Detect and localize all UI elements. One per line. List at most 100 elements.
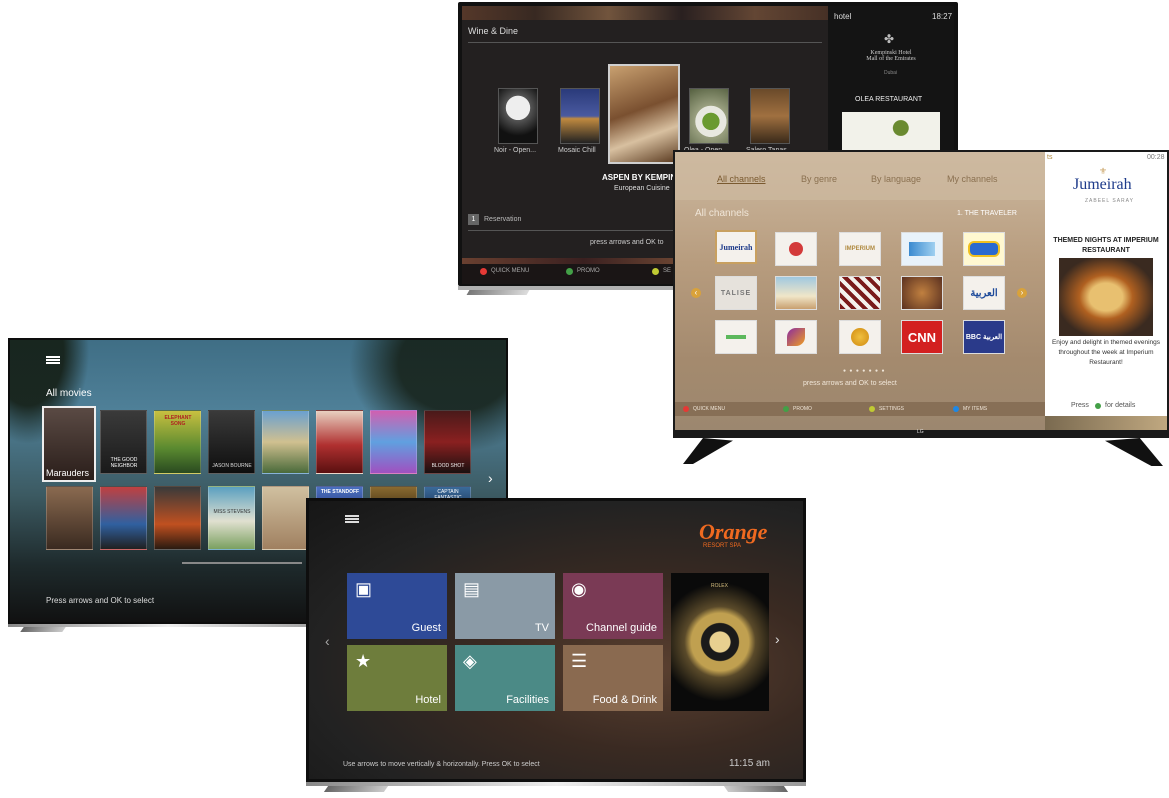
channel-tile[interactable] bbox=[775, 320, 817, 354]
list-title: All channels bbox=[695, 208, 749, 219]
yellow-button-icon[interactable] bbox=[869, 406, 875, 412]
poster[interactable] bbox=[154, 486, 201, 550]
channel-tile-alarabiya[interactable]: العربية bbox=[963, 276, 1005, 310]
tab-my-channels[interactable]: My channels bbox=[947, 174, 998, 184]
tile-food-drink[interactable]: ☰ Food & Drink bbox=[563, 645, 663, 711]
chevron-right-icon[interactable]: › bbox=[488, 470, 493, 486]
channel-tile[interactable] bbox=[775, 276, 817, 310]
channel-tile[interactable] bbox=[839, 320, 881, 354]
channel-tile[interactable] bbox=[901, 276, 943, 310]
promo-label[interactable]: PROMO bbox=[577, 268, 600, 274]
header-photo-strip bbox=[462, 6, 828, 20]
promo-label[interactable]: PROMO bbox=[793, 406, 812, 412]
carousel-item-noir[interactable] bbox=[498, 88, 538, 144]
channel-tile[interactable] bbox=[839, 276, 881, 310]
poster[interactable] bbox=[262, 410, 309, 474]
carousel-item-selected[interactable] bbox=[608, 64, 680, 164]
tile-label: Hotel bbox=[415, 694, 441, 706]
poster-title: JASON BOURNE bbox=[212, 463, 252, 469]
cartoon-logo-icon bbox=[968, 241, 1000, 257]
green-button-icon[interactable] bbox=[1095, 403, 1101, 409]
reservation-label[interactable]: Reservation bbox=[484, 216, 521, 223]
rolex-ad-panel[interactable]: ROLEX bbox=[671, 573, 769, 711]
green-button-icon[interactable] bbox=[783, 406, 789, 412]
poster[interactable]: ELEPHANT SONG bbox=[154, 410, 201, 474]
selected-poster-label: Marauders bbox=[46, 468, 90, 478]
quick-menu-label[interactable]: QUICK MENU bbox=[693, 406, 725, 412]
tab-all-channels[interactable]: All channels bbox=[717, 174, 766, 184]
poster[interactable]: JASON BOURNE bbox=[208, 410, 255, 474]
red-button-icon[interactable] bbox=[683, 406, 689, 412]
star-icon: ★ bbox=[355, 651, 372, 671]
poster[interactable]: BLOOD SHOT bbox=[424, 410, 471, 474]
side-press: Press bbox=[1071, 402, 1089, 409]
poster[interactable] bbox=[316, 410, 363, 474]
side-sub: ZABEEL SARAY bbox=[1085, 198, 1134, 204]
channel-tile-cnn[interactable]: CNN bbox=[901, 320, 943, 354]
cutlery-icon: ☰ bbox=[571, 651, 588, 671]
settings-label[interactable]: SE bbox=[663, 268, 671, 274]
channel-tile[interactable] bbox=[901, 232, 943, 266]
blue-button-icon[interactable] bbox=[953, 406, 959, 412]
carousel-item-olea[interactable] bbox=[689, 88, 729, 144]
chevron-left-icon[interactable]: ‹ bbox=[325, 633, 330, 649]
clock: 11:15 am bbox=[729, 758, 770, 769]
scroll-indicator[interactable] bbox=[182, 562, 302, 564]
settings-label[interactable]: SETTINGS bbox=[879, 406, 904, 412]
hint-text: press arrows and OK to select bbox=[803, 380, 897, 387]
sidebar-city: Dubai bbox=[884, 70, 898, 76]
side-details: for details bbox=[1105, 402, 1136, 409]
channel-tile[interactable] bbox=[775, 232, 817, 266]
menu-icon[interactable] bbox=[345, 515, 359, 523]
tabs-bar: All channels By genre By language My cha… bbox=[675, 152, 1045, 200]
reservation-key[interactable]: 1 bbox=[468, 214, 479, 225]
carousel-item-salero[interactable] bbox=[750, 88, 790, 144]
chevron-right-icon[interactable]: › bbox=[775, 631, 780, 647]
channel-tile-talise[interactable]: TALISE bbox=[715, 276, 757, 310]
tile-facilities[interactable]: ◈ Facilities bbox=[455, 645, 555, 711]
poster[interactable]: THE GOOD NEIGHBOR bbox=[100, 410, 147, 474]
channel-tile-bbc-arabic[interactable]: BBC العربية bbox=[963, 320, 1005, 354]
channel-tile-jumeirah[interactable]: Jumeirah bbox=[715, 230, 757, 264]
chevron-right-icon[interactable]: › bbox=[1017, 288, 1027, 298]
tab-by-language[interactable]: By language bbox=[871, 174, 921, 184]
tile-tv[interactable]: ▤ TV bbox=[455, 573, 555, 639]
menu-icon[interactable] bbox=[46, 356, 60, 364]
tile-channel-guide[interactable]: ◉ Channel guide bbox=[563, 573, 663, 639]
green-button-icon[interactable] bbox=[566, 268, 573, 275]
red-circle-logo-icon bbox=[789, 242, 803, 256]
kempinski-logo-icon: ✤ bbox=[884, 32, 895, 46]
tile-hotel[interactable]: ★ Hotel bbox=[347, 645, 447, 711]
channel-tile[interactable] bbox=[715, 320, 757, 354]
eye-icon: ◉ bbox=[571, 579, 587, 599]
poster-title: THE STANDOFF bbox=[320, 489, 360, 495]
channel-tile[interactable] bbox=[963, 232, 1005, 266]
quick-menu-label[interactable]: QUICK MENU bbox=[491, 268, 529, 274]
pagination-dots: ● ● ● ● ● ● ● bbox=[843, 368, 886, 374]
chevron-left-icon[interactable]: ‹ bbox=[691, 288, 701, 298]
tv-foot-right bbox=[1105, 438, 1163, 466]
tile-guest[interactable]: ▣ Guest bbox=[347, 573, 447, 639]
poster[interactable] bbox=[100, 486, 147, 550]
tile-label: Food & Drink bbox=[592, 694, 657, 706]
hotel-label: hotel bbox=[834, 12, 852, 21]
red-button-icon[interactable] bbox=[480, 268, 487, 275]
channel-tile-imperium[interactable]: IMPERIUM bbox=[839, 232, 881, 266]
sidebar-restaurant: OLEA RESTAURANT bbox=[855, 96, 923, 103]
divider bbox=[468, 42, 822, 43]
carousel-item-mosaic[interactable] bbox=[560, 88, 600, 144]
hint-text: press arrows and OK to bbox=[590, 239, 664, 246]
poster[interactable]: MISS STEVENS bbox=[208, 486, 255, 550]
poster[interactable] bbox=[262, 486, 309, 550]
yellow-button-icon[interactable] bbox=[652, 268, 659, 275]
page-title: All movies bbox=[46, 388, 92, 399]
tv-screen: All channels By genre By language My cha… bbox=[675, 152, 1167, 430]
corner-label: ts bbox=[1047, 154, 1053, 161]
poster[interactable] bbox=[46, 486, 93, 550]
aljazeera-logo-icon bbox=[851, 328, 869, 346]
poster-title: THE GOOD NEIGHBOR bbox=[110, 457, 138, 469]
tab-by-genre[interactable]: By genre bbox=[801, 174, 837, 184]
poster[interactable] bbox=[370, 410, 417, 474]
tile-label: Facilities bbox=[506, 694, 549, 706]
my-items-label[interactable]: MY ITEMS bbox=[963, 406, 987, 412]
